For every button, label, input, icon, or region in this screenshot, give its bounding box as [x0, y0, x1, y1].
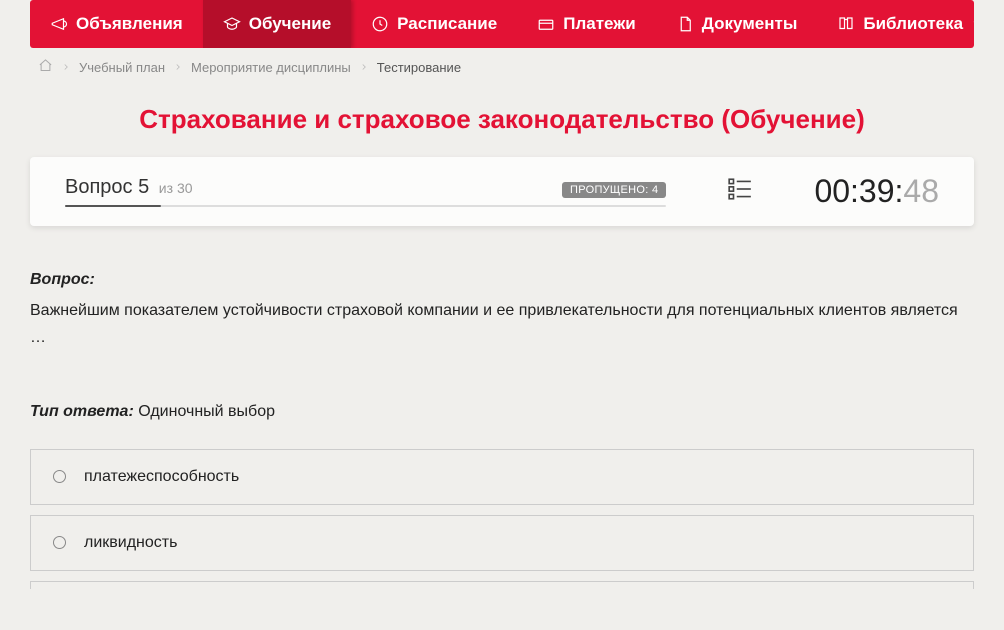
nav-label: Платежи — [563, 14, 636, 34]
page-title: Страхование и страховое законодательство… — [30, 104, 974, 135]
document-icon — [676, 15, 694, 33]
navbar: Объявления Обучение Расписание Платежи Д… — [30, 0, 974, 48]
chevron-right-icon — [173, 60, 183, 75]
progress-panel: Вопрос 5 из 30 ПРОПУЩЕНО: 4 00:39:48 — [30, 157, 974, 226]
timer-seconds: 48 — [903, 173, 939, 209]
answer-type-label: Тип ответа: — [30, 403, 134, 420]
nav-documents[interactable]: Документы — [656, 0, 818, 48]
megaphone-icon — [50, 15, 68, 33]
home-icon[interactable] — [38, 58, 53, 76]
nav-announcements[interactable]: Объявления — [30, 0, 203, 48]
option-item[interactable]: платежеспособность — [30, 449, 974, 505]
nav-label: Документы — [702, 14, 798, 34]
breadcrumb: Учебный план Мероприятие дисциплины Тест… — [30, 48, 974, 76]
nav-label: Обучение — [249, 14, 331, 34]
nav-label: Расписание — [397, 14, 497, 34]
option-item[interactable] — [30, 581, 974, 589]
skipped-badge: ПРОПУЩЕНО: 4 — [562, 182, 666, 198]
nav-schedule[interactable]: Расписание — [351, 0, 517, 48]
nav-library[interactable]: Библиотека — [817, 0, 974, 48]
library-icon — [837, 15, 855, 33]
question-label: Вопрос: — [30, 271, 95, 288]
answer-type-value: Одиночный выбор — [138, 403, 275, 420]
breadcrumb-item-event[interactable]: Мероприятие дисциплины — [191, 60, 351, 75]
chevron-right-icon — [359, 60, 369, 75]
radio-icon — [53, 470, 66, 483]
radio-icon — [53, 536, 66, 549]
question-progress: Вопрос 5 из 30 ПРОПУЩЕНО: 4 — [65, 176, 666, 207]
option-text: платежеспособность — [84, 468, 239, 486]
payment-icon — [537, 15, 555, 33]
options-list: платежеспособность ликвидность — [30, 449, 974, 589]
progress-fill — [65, 205, 161, 207]
education-icon — [223, 15, 241, 33]
question-text: Важнейшим показателем устойчивости страх… — [30, 297, 974, 351]
breadcrumb-item-plan[interactable]: Учебный план — [79, 60, 165, 75]
chevron-right-icon — [61, 60, 71, 75]
question-content: Вопрос: Важнейшим показателем устойчивос… — [30, 266, 974, 589]
timer-main: 00:39: — [814, 173, 903, 209]
question-number: Вопрос 5 из 30 — [65, 176, 193, 199]
nav-label: Объявления — [76, 14, 183, 34]
breadcrumb-item-current: Тестирование — [377, 60, 461, 75]
answer-type-row: Тип ответа: Одиночный выбор — [30, 398, 974, 425]
timer: 00:39:48 — [814, 173, 939, 210]
option-item[interactable]: ликвидность — [30, 515, 974, 571]
progress-track — [65, 205, 666, 207]
question-list-icon[interactable] — [726, 176, 754, 207]
question-label-row: Вопрос: — [30, 266, 974, 293]
nav-label: Библиотека — [863, 14, 963, 34]
option-text: ликвидность — [84, 534, 177, 552]
nav-payments[interactable]: Платежи — [517, 0, 656, 48]
clock-icon — [371, 15, 389, 33]
chevron-down-icon — [971, 14, 974, 34]
nav-education[interactable]: Обучение — [203, 0, 351, 48]
